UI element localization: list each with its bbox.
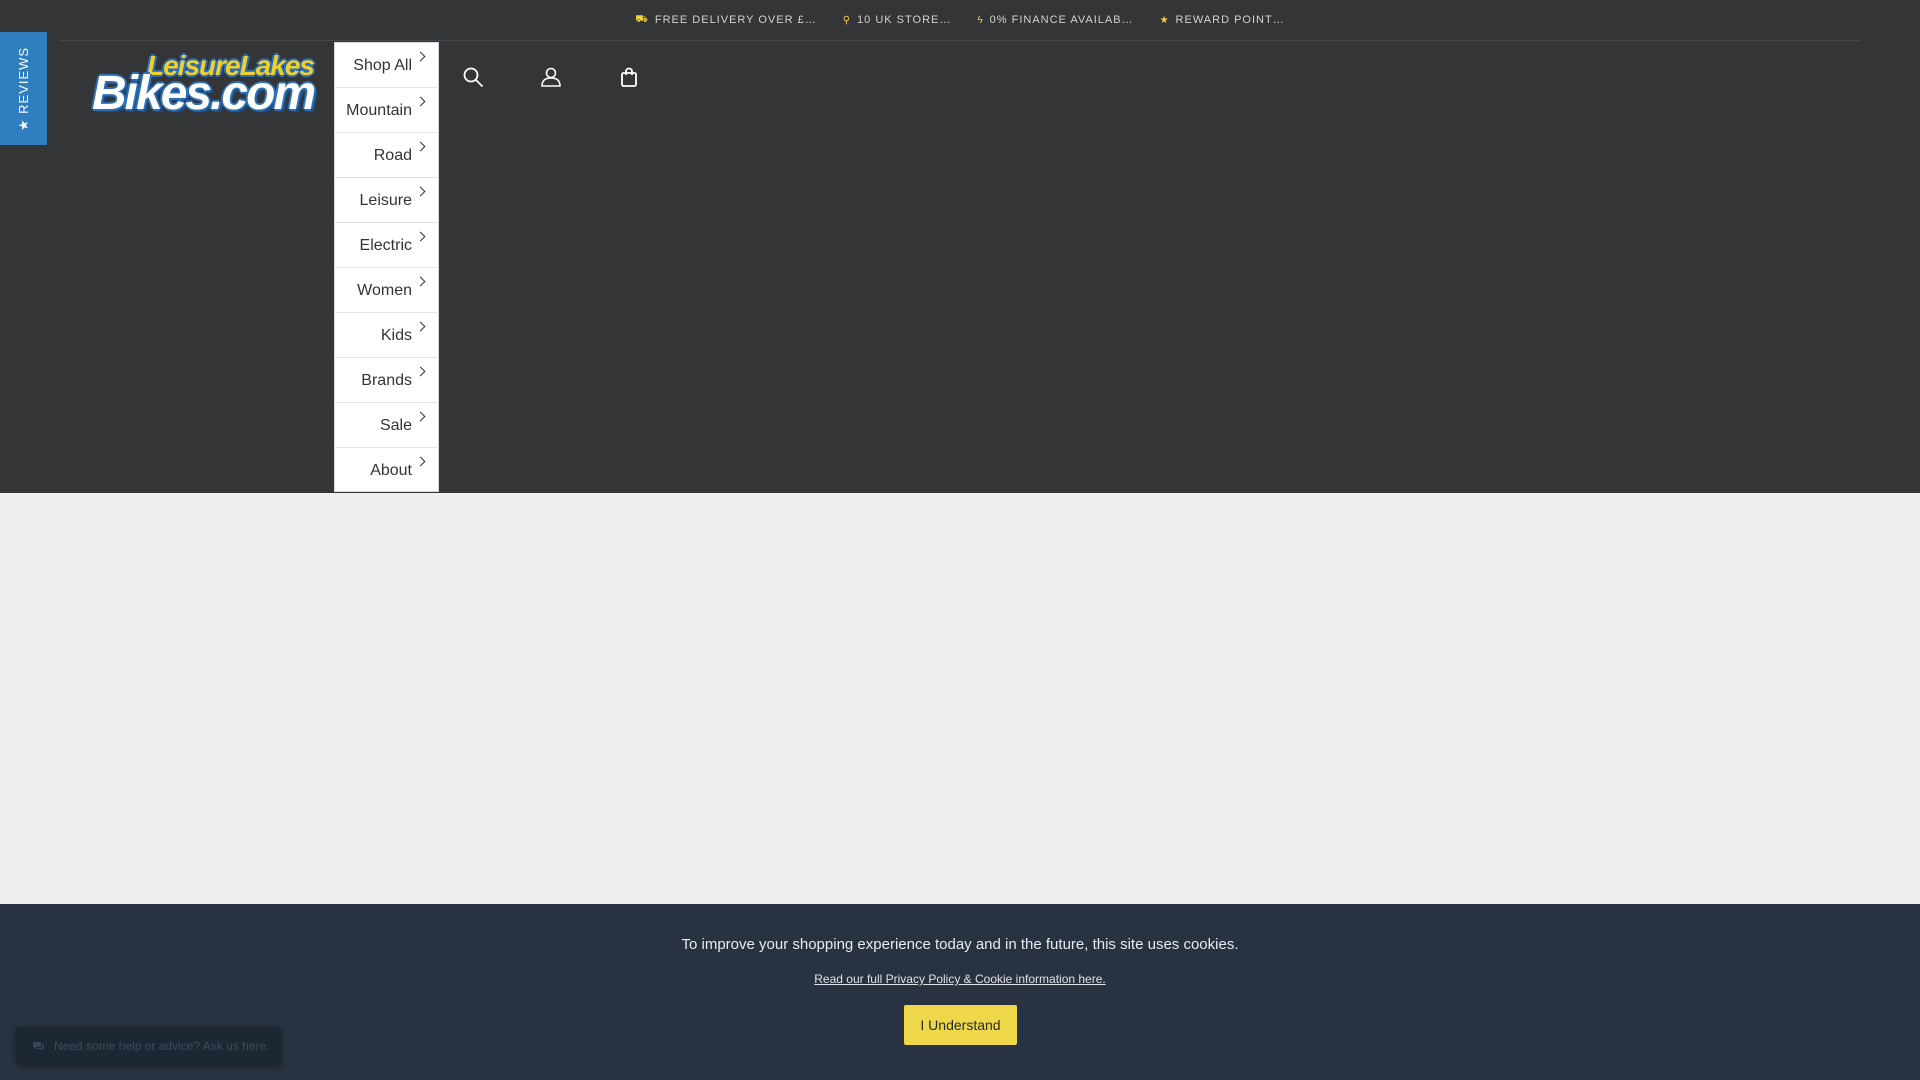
lightning-icon: ϟ (977, 14, 984, 26)
chevron-right-icon (415, 366, 426, 377)
nav-item-label: Sale (379, 417, 412, 434)
nav-item-label: Shop All (353, 57, 412, 74)
site-header: ⛟ FREE DELIVERY OVER £… ⚲ 10 UK STORE… ϟ… (0, 0, 1920, 493)
nav-item-kids[interactable]: Kids (335, 313, 438, 358)
truck-icon: ⛟ (635, 13, 649, 25)
nav-item-sale[interactable]: Sale (335, 403, 438, 448)
nav-item-label: About (370, 462, 412, 479)
chevron-right-icon (415, 51, 426, 62)
star-icon: ★ (1159, 14, 1170, 26)
usp-stores-label: 10 UK STORE… (857, 14, 952, 26)
nav-item-label: Electric (359, 237, 412, 254)
logo-line-2: Bikes.com (92, 67, 316, 120)
site-logo[interactable]: LeisureLakes Bikes.com (92, 50, 322, 120)
nav-item-brands[interactable]: Brands (335, 358, 438, 403)
reviews-tab[interactable]: ★ REVIEWS (0, 32, 47, 145)
nav-item-label: Brands (361, 372, 412, 389)
shopping-bag-icon[interactable] (618, 66, 640, 88)
nav-item-road[interactable]: Road (335, 133, 438, 178)
nav-item-label: Kids (380, 327, 412, 344)
chevron-right-icon (415, 411, 426, 422)
chat-widget[interactable]: Need some help or advice? Ask us here. (16, 1027, 281, 1064)
location-pin-icon: ⚲ (842, 14, 852, 26)
chat-input-placeholder: Need some help or advice? Ask us here. (54, 1038, 270, 1053)
nav-item-label: Women (357, 282, 412, 299)
usp-bar: ⛟ FREE DELIVERY OVER £… ⚲ 10 UK STORE… ϟ… (0, 0, 1920, 40)
main-nav-menu: Shop All Mountain Road Leisure Electric … (334, 42, 439, 492)
cookie-banner: To improve your shopping experience toda… (0, 904, 1920, 1080)
chevron-right-icon (415, 456, 426, 467)
nav-item-electric[interactable]: Electric (335, 223, 438, 268)
reviews-tab-label: ★ REVIEWS (15, 46, 31, 131)
nav-item-women[interactable]: Women (335, 268, 438, 313)
usp-rewards-label: REWARD POINT… (1175, 14, 1285, 26)
nav-item-label: Leisure (359, 192, 412, 209)
usp-delivery-label: FREE DELIVERY OVER £… (654, 14, 817, 26)
usp-finance-label: 0% FINANCE AVAILAB… (989, 14, 1134, 26)
header-divider (60, 40, 1860, 41)
usp-stores[interactable]: ⚲ 10 UK STORE… (843, 14, 952, 26)
nav-item-shop-all[interactable]: Shop All (335, 43, 438, 88)
nav-item-about[interactable]: About (335, 448, 438, 493)
cookie-message: To improve your shopping experience toda… (681, 936, 1239, 953)
account-icon[interactable] (540, 66, 562, 88)
accept-cookies-button[interactable]: I Understand (904, 1005, 1017, 1045)
chevron-right-icon (415, 186, 426, 197)
chevron-right-icon (415, 141, 426, 152)
chevron-right-icon (415, 231, 426, 242)
nav-item-label: Mountain (346, 102, 412, 119)
nav-item-leisure[interactable]: Leisure (335, 178, 438, 223)
search-icon[interactable] (462, 66, 484, 88)
nav-item-label: Road (373, 147, 412, 164)
header-actions (462, 66, 640, 88)
nav-item-mountain[interactable]: Mountain (335, 88, 438, 133)
chevron-right-icon (415, 276, 426, 287)
chevron-right-icon (415, 96, 426, 107)
usp-delivery[interactable]: ⛟ FREE DELIVERY OVER £… (635, 14, 816, 27)
usp-finance[interactable]: ϟ 0% FINANCE AVAILAB… (977, 14, 1133, 26)
chat-bubble-icon (33, 1041, 44, 1050)
chevron-right-icon (415, 321, 426, 332)
usp-rewards[interactable]: ★ REWARD POINT… (1160, 14, 1285, 26)
privacy-policy-link[interactable]: Read our full Privacy Policy & Cookie in… (0, 972, 1920, 986)
